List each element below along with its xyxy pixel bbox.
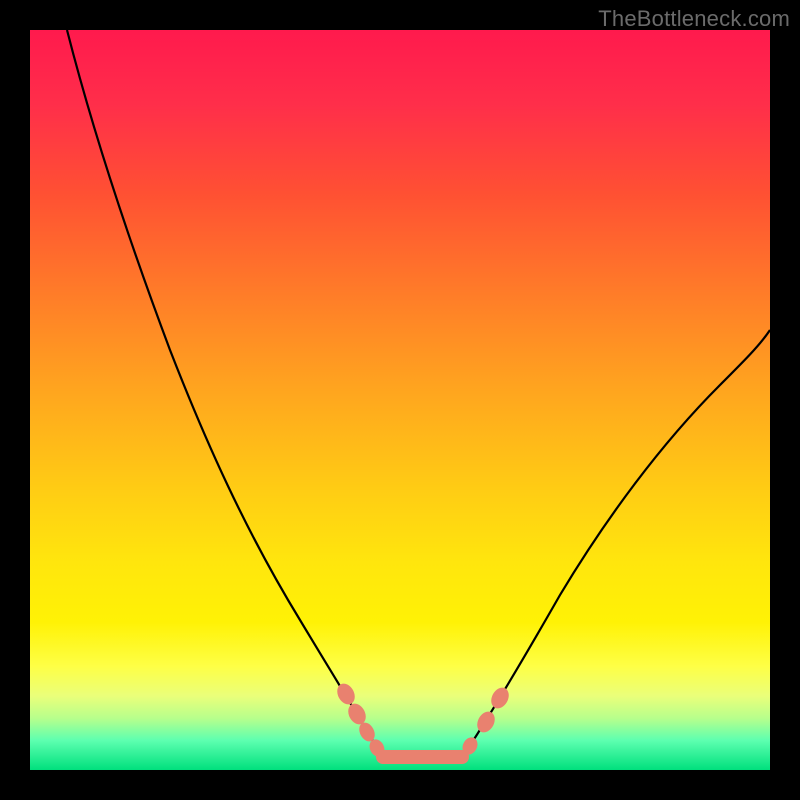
marker-dot: [474, 709, 498, 736]
marker-dot: [334, 681, 358, 708]
curve-left: [67, 30, 378, 750]
chart-frame: TheBottleneck.com: [0, 0, 800, 800]
chart-svg: [30, 30, 770, 770]
marker-dot: [488, 685, 512, 712]
chart-plot-area: [30, 30, 770, 770]
curve-right: [467, 330, 770, 750]
watermark-text: TheBottleneck.com: [598, 6, 790, 32]
